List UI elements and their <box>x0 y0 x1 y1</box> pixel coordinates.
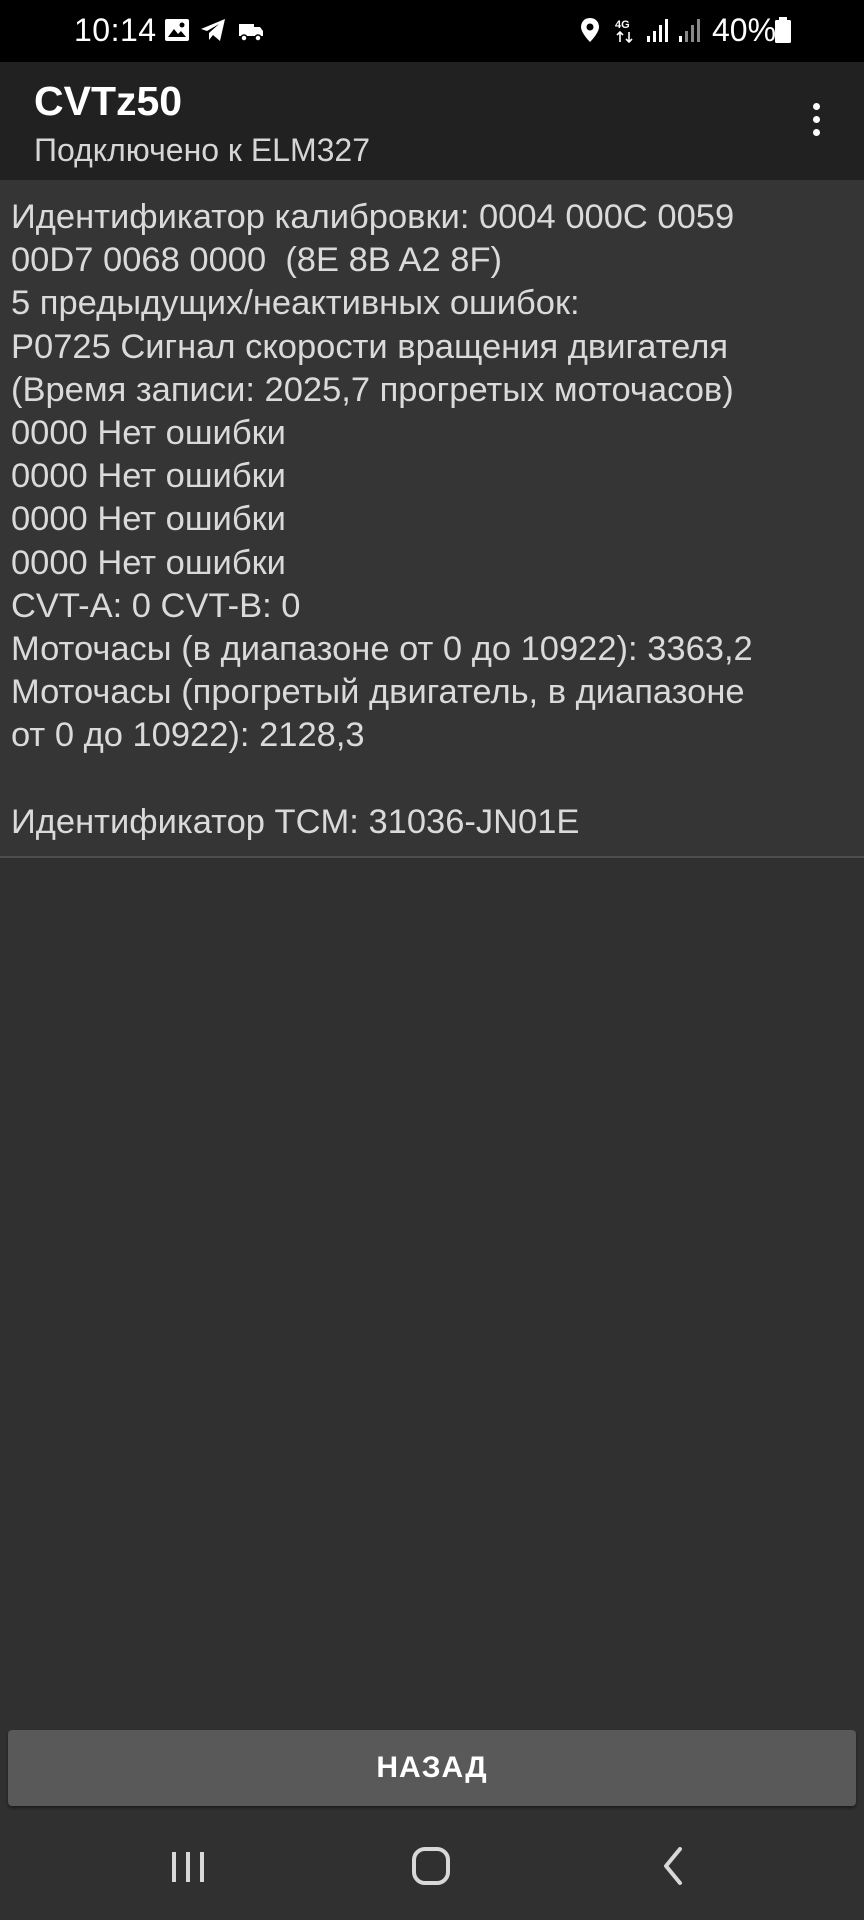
more-vert-icon[interactable] <box>796 98 836 146</box>
navigation-bar <box>0 1812 864 1920</box>
status-bar: 10:14 4G 40% <box>0 0 864 62</box>
diagnostics-panel: Идентификатор калибровки: 0004 000C 0059… <box>0 180 864 858</box>
home-icon[interactable] <box>371 1834 491 1898</box>
telegram-icon <box>201 19 225 41</box>
connection-status: Подключено к ELM327 <box>34 132 370 168</box>
location-icon <box>581 18 599 42</box>
back-button[interactable]: НАЗАД <box>8 1730 856 1806</box>
svg-text:4G: 4G <box>615 19 630 31</box>
truck-icon <box>239 24 263 42</box>
signal-icon <box>647 19 668 42</box>
recents-icon[interactable] <box>128 1834 248 1898</box>
app-title: CVTz50 <box>34 78 183 124</box>
diagnostics-text: Идентификатор калибровки: 0004 000C 0059… <box>11 198 753 841</box>
status-time: 10:14 <box>74 12 157 48</box>
signal-weak-icon <box>679 19 700 42</box>
network-4g-icon: 4G <box>615 19 633 44</box>
gallery-icon <box>165 19 189 41</box>
back-icon[interactable] <box>612 1834 732 1898</box>
app-bar: CVTz50 Подключено к ELM327 <box>0 62 864 180</box>
battery-icon <box>775 17 791 43</box>
battery-percent: 40% <box>712 12 777 48</box>
